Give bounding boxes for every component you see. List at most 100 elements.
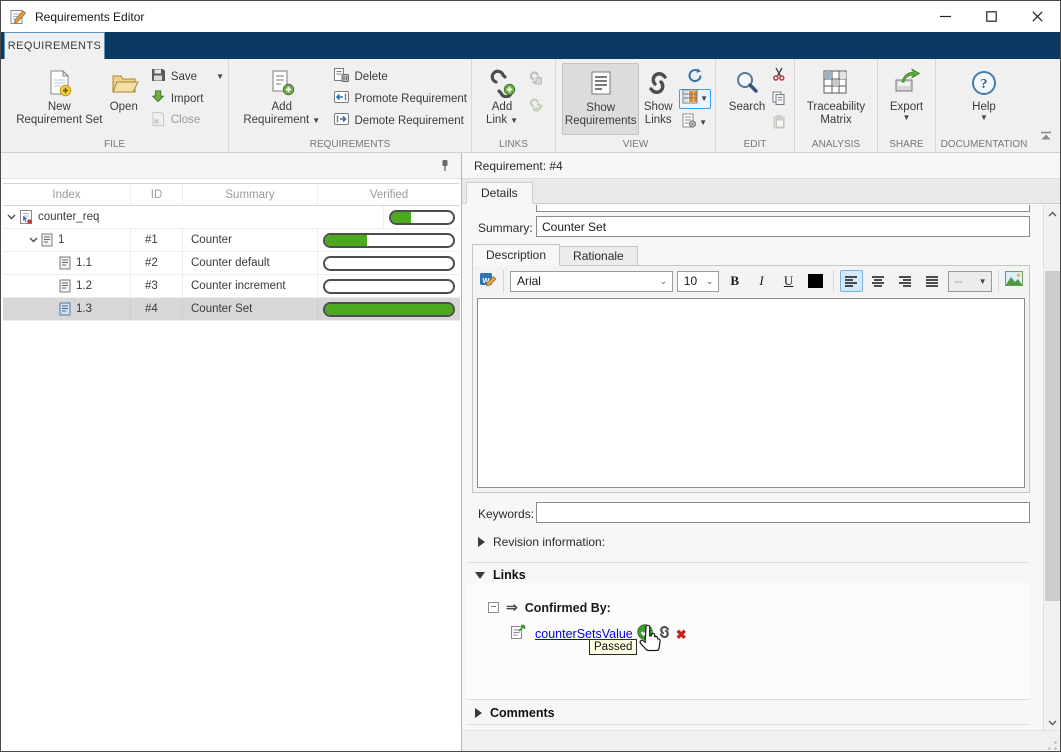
help-caret[interactable]: ▼ [980, 114, 988, 122]
requirements-browser-panel: Index ID Summary Verified counter_req [1, 153, 462, 752]
close-file-label: Close [171, 114, 200, 127]
import-button[interactable]: Import [150, 89, 224, 108]
revision-information-label: Revision information: [493, 535, 605, 549]
open-button[interactable]: Open [104, 63, 144, 135]
row-settings-button[interactable]: ▼ [679, 113, 711, 133]
show-requirements-button[interactable]: Show Requirements [562, 63, 639, 135]
search-label: Search [729, 101, 765, 114]
toolbar-section-view: Show Requirements Show Links ▼ ▼ [556, 59, 716, 152]
vertical-scrollbar[interactable] [1043, 205, 1060, 731]
revision-information-section[interactable]: Revision information: [478, 535, 605, 549]
delete-button[interactable]: Delete [333, 67, 468, 86]
chevron-down-icon[interactable] [3, 214, 19, 220]
add-requirement-button[interactable]: Add Requirement▼ [239, 63, 325, 135]
traceability-matrix-button[interactable]: Traceability Matrix [799, 63, 873, 135]
table-row-counter-req[interactable]: counter_req [3, 206, 460, 229]
description-textarea[interactable] [477, 298, 1025, 488]
column-header-index[interactable]: Index [3, 184, 131, 205]
confirmed-by-label: Confirmed By: [525, 601, 611, 615]
column-selector-button[interactable]: ▼ [679, 89, 711, 109]
scroll-up-button[interactable] [1044, 205, 1061, 222]
requirement-header: Requirement: #4 [462, 153, 1060, 179]
export-icon [892, 65, 922, 101]
import-label: Import [171, 93, 204, 105]
add-link-caret[interactable]: ▼ [510, 116, 518, 125]
promote-requirement-label: Promote Requirement [355, 93, 468, 105]
edit-in-word-icon[interactable]: w [479, 271, 497, 292]
links-divider-top [467, 562, 1029, 563]
comments-divider-bottom [467, 724, 1029, 725]
column-selector-caret[interactable]: ▼ [700, 95, 708, 103]
cut-icon[interactable] [772, 67, 786, 86]
tab-details[interactable]: Details [466, 182, 533, 204]
close-file-button[interactable]: Close [150, 111, 224, 130]
traceability-matrix-icon [821, 65, 851, 101]
new-requirement-set-button[interactable]: New Requirement Set [15, 63, 104, 135]
maximize-button[interactable] [968, 1, 1014, 32]
align-right-button[interactable] [894, 270, 917, 292]
paste-icon[interactable] [772, 115, 786, 134]
scroll-down-button[interactable] [1044, 714, 1061, 731]
table-row-1-1[interactable]: 1.1 #2 Counter default [3, 252, 460, 275]
collapse-group-icon[interactable]: − [488, 602, 499, 613]
list-style-select[interactable]: --▼ [948, 271, 992, 292]
requirement-icon-selected [59, 302, 71, 316]
table-row-1-3-selected[interactable]: 1.3 #4 Counter Set [3, 298, 460, 321]
scrollbar-thumb[interactable] [1045, 271, 1060, 601]
font-color-button[interactable] [804, 270, 827, 292]
tab-rationale[interactable]: Rationale [560, 246, 638, 266]
show-links-button[interactable]: Show Links [639, 63, 677, 135]
tab-requirements[interactable]: REQUIREMENTS [4, 32, 105, 59]
promote-requirement-icon [333, 89, 350, 108]
collapse-ribbon-button[interactable] [1040, 128, 1052, 146]
refresh-button[interactable] [679, 65, 711, 85]
resize-grip[interactable] [1048, 741, 1057, 750]
table-row-1[interactable]: 1 #1 Counter [3, 229, 460, 252]
bold-button[interactable]: B [723, 270, 746, 292]
align-center-button[interactable] [867, 270, 890, 292]
svg-text:?: ? [981, 77, 988, 92]
keywords-input[interactable] [536, 502, 1030, 523]
column-header-id[interactable]: ID [131, 184, 183, 205]
help-button[interactable]: ? Help ▼ [940, 63, 1028, 135]
show-requirements-icon [587, 66, 615, 102]
column-header-verified[interactable]: Verified [318, 184, 460, 205]
verified-progress-bar [323, 302, 455, 317]
delete-link-cross-icon[interactable]: ✖ [676, 628, 687, 641]
table-row-1-2[interactable]: 1.2 #3 Counter increment [3, 275, 460, 298]
justify-button[interactable] [921, 270, 944, 292]
promote-requirement-button[interactable]: Promote Requirement [333, 89, 468, 108]
add-requirement-caret[interactable]: ▼ [312, 116, 320, 125]
show-links-icon [643, 65, 673, 101]
underline-button[interactable]: U [777, 270, 800, 292]
italic-button[interactable]: I [750, 270, 773, 292]
copy-icon[interactable] [772, 91, 786, 110]
save-button[interactable]: Save ▼ [150, 67, 224, 86]
font-family-select[interactable]: Arial⌄ [510, 271, 673, 292]
align-left-button[interactable] [840, 270, 863, 292]
pin-icon[interactable] [441, 159, 449, 177]
save-dropdown-caret[interactable]: ▼ [216, 73, 224, 81]
summary-input[interactable] [536, 216, 1030, 237]
column-header-summary[interactable]: Summary [183, 184, 318, 205]
search-button[interactable]: Search [724, 63, 770, 135]
tab-description[interactable]: Description [472, 244, 560, 266]
keywords-label: Keywords: [478, 507, 534, 521]
toolbar-section-documentation: ? Help ▼ DOCUMENTATION [936, 59, 1032, 152]
minimize-button[interactable] [922, 1, 968, 32]
clean-links-icon[interactable] [528, 98, 543, 117]
add-link-button[interactable]: Add Link▼ [480, 63, 524, 135]
close-button[interactable] [1014, 1, 1060, 32]
insert-image-icon[interactable] [1005, 271, 1023, 291]
row-settings-caret[interactable]: ▼ [699, 119, 707, 127]
delete-link-icon[interactable] [528, 71, 543, 90]
chevron-down-icon[interactable] [25, 237, 41, 243]
demote-requirement-button[interactable]: Demote Requirement [333, 111, 468, 130]
export-caret[interactable]: ▼ [903, 114, 911, 122]
help-icon: ? [970, 65, 998, 101]
links-section-header[interactable]: Links [475, 568, 526, 582]
open-label: Open [110, 101, 138, 114]
comments-section-header[interactable]: Comments [475, 706, 555, 720]
font-size-select[interactable]: 10⌄ [677, 271, 719, 292]
export-button[interactable]: Export ▼ [882, 63, 931, 135]
